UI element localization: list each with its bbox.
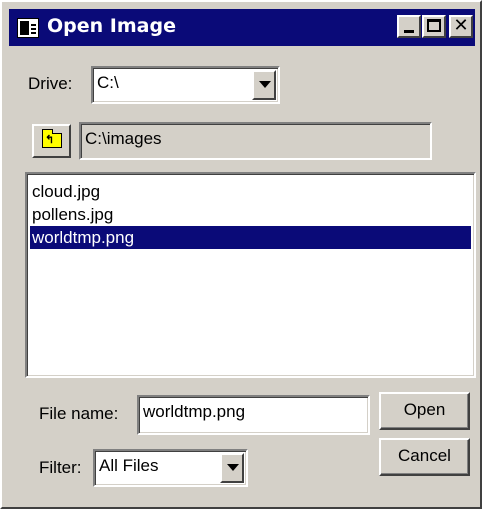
list-item[interactable]: cloud.jpg	[30, 180, 471, 203]
filter-dropdown-button[interactable]	[220, 453, 244, 483]
file-list[interactable]: cloud.jpg pollens.jpg worldtmp.png	[25, 172, 476, 378]
folder-up-icon: ↰	[42, 129, 62, 148]
list-item-selected[interactable]: worldtmp.png	[30, 226, 471, 249]
title-bar[interactable]: Open Image ✕	[9, 9, 475, 46]
maximize-icon	[427, 19, 441, 32]
folder-up-button[interactable]: ↰	[32, 124, 71, 158]
close-icon: ✕	[453, 15, 469, 36]
current-path-field: C:\images	[79, 122, 432, 160]
file-name-label: File name:	[39, 404, 119, 423]
cancel-button[interactable]: Cancel	[379, 438, 470, 476]
open-button[interactable]: Open	[379, 392, 470, 430]
close-button[interactable]: ✕	[449, 15, 473, 38]
maximize-button[interactable]	[422, 15, 446, 38]
drive-select[interactable]: C:\	[91, 66, 280, 104]
filter-label: Filter:	[39, 458, 82, 477]
current-path: C:\images	[85, 129, 162, 148]
list-item[interactable]: pollens.jpg	[30, 203, 471, 226]
open-image-dialog: Open Image ✕ Drive: C:\ ↰ C:\images clou…	[0, 0, 482, 509]
filter-value: All Files	[99, 456, 159, 475]
file-name-input[interactable]: worldtmp.png	[137, 395, 370, 435]
minimize-icon	[404, 30, 414, 33]
file-name-value: worldtmp.png	[143, 402, 246, 421]
filter-select[interactable]: All Files	[93, 449, 248, 487]
drive-label: Drive:	[28, 74, 73, 93]
dialog-icon[interactable]	[17, 18, 39, 38]
drive-dropdown-button[interactable]	[252, 70, 276, 100]
drive-value: C:\	[97, 73, 119, 92]
window-title: Open Image	[47, 15, 176, 37]
minimize-button[interactable]	[397, 15, 421, 38]
